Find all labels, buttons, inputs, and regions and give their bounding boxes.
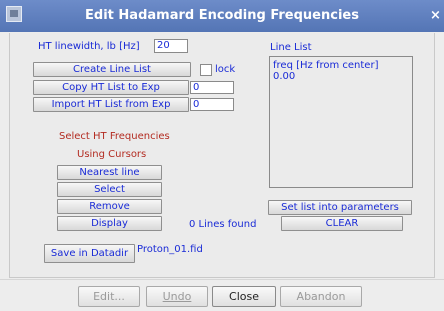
- save-in-datadir-button[interactable]: Save in Datadir: [44, 244, 135, 263]
- import-ht-list-button[interactable]: Import HT List from Exp: [33, 97, 189, 112]
- filename-label: Proton_01.fid: [137, 244, 203, 255]
- select-ht-frequencies-heading: Select HT Frequencies: [59, 131, 170, 142]
- set-list-into-parameters-button[interactable]: Set list into parameters: [268, 200, 412, 215]
- abandon-button: Abandon: [280, 286, 362, 307]
- using-cursors-heading: Using Cursors: [77, 149, 147, 160]
- copy-exp-field[interactable]: 0: [190, 81, 234, 94]
- ht-linewidth-label: HT linewidth, lb [Hz]: [38, 41, 140, 52]
- close-icon[interactable]: ×: [430, 8, 444, 24]
- lock-label: lock: [215, 64, 236, 75]
- line-list-label: Line List: [270, 42, 312, 53]
- window-title: Edit Hadamard Encoding Frequencies: [85, 8, 359, 23]
- line-list-text-header: freq [Hz from center]: [273, 60, 379, 71]
- edit-button: Edit...: [78, 286, 140, 307]
- create-line-list-button[interactable]: Create Line List: [33, 62, 191, 77]
- lock-checkbox[interactable]: [200, 64, 212, 76]
- title-bar: Edit Hadamard Encoding Frequencies ×: [0, 0, 444, 32]
- import-exp-field[interactable]: 0: [190, 98, 234, 111]
- line-list-text-value: 0.00: [273, 71, 296, 82]
- display-button[interactable]: Display: [57, 216, 162, 231]
- lines-found-status: 0 Lines found: [189, 219, 257, 230]
- remove-button[interactable]: Remove: [57, 199, 162, 214]
- close-button[interactable]: Close: [212, 286, 276, 307]
- line-list-textarea[interactable]: freq [Hz from center] 0.00: [269, 56, 413, 188]
- copy-ht-list-button[interactable]: Copy HT List to Exp: [33, 80, 189, 95]
- select-button[interactable]: Select: [57, 182, 162, 197]
- undo-label: Undo: [162, 290, 192, 303]
- undo-button: Undo: [146, 286, 208, 307]
- clear-button[interactable]: CLEAR: [281, 216, 403, 231]
- nearest-line-button[interactable]: Nearest line: [57, 165, 162, 180]
- ht-linewidth-field[interactable]: 20: [154, 39, 188, 53]
